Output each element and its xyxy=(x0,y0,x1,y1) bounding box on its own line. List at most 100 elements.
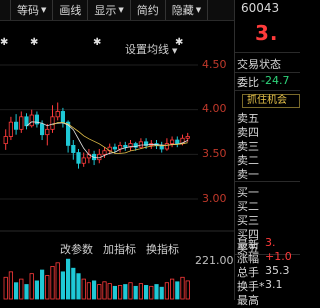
candle-body xyxy=(19,116,24,130)
divider xyxy=(235,52,300,53)
price-tick-label: 4.00 xyxy=(202,102,227,115)
candle-body xyxy=(3,136,8,145)
volume-bar xyxy=(97,284,102,300)
sell-level-label: 卖一 xyxy=(237,168,259,181)
toolbar-button-chip[interactable]: 等码 ▼ xyxy=(11,0,54,20)
price-tick-label: 3.50 xyxy=(202,147,227,160)
volume-bar xyxy=(24,284,29,300)
price-tick-label: 3.00 xyxy=(202,192,227,205)
candle-body xyxy=(55,111,60,118)
toolbar-button-display[interactable]: 显示 ▼ xyxy=(88,0,131,20)
volume-bar xyxy=(138,283,143,300)
volume-bar xyxy=(102,281,107,300)
volume-bar xyxy=(81,278,86,300)
caret-down-icon: ▼ xyxy=(41,6,47,14)
candle-body xyxy=(169,139,175,145)
volume-bar xyxy=(112,285,117,300)
volume-bar xyxy=(40,269,45,300)
candle-body xyxy=(50,116,55,130)
volume-bar xyxy=(50,266,55,300)
volume-bar xyxy=(107,283,112,300)
volume-bar xyxy=(149,285,154,300)
volume-bar xyxy=(180,276,185,300)
volume-bar xyxy=(143,285,149,300)
stat-value: 3.1 xyxy=(265,278,283,291)
toolbar-label: 简约 xyxy=(136,4,159,17)
candle-body xyxy=(164,143,169,150)
stat-label: 最高 xyxy=(237,294,259,307)
current-price: 3. xyxy=(255,21,279,45)
volume-bar xyxy=(8,271,13,300)
volume-bar xyxy=(159,286,164,300)
candle-body xyxy=(71,145,76,153)
candle-body xyxy=(185,136,190,139)
trade-status-label: 交易状态 xyxy=(237,58,281,71)
volume-bar xyxy=(185,280,190,300)
volume-bar xyxy=(123,284,128,300)
volume-max-label: 221.00 xyxy=(195,254,234,267)
toolbar-button-hide[interactable]: 隐藏 ▼ xyxy=(166,0,209,20)
volume-bar xyxy=(34,280,40,300)
toolbar-label: 画线 xyxy=(59,4,82,17)
volume-bar xyxy=(13,282,19,300)
candle-body xyxy=(102,150,107,155)
volume-bar xyxy=(169,278,175,300)
volume-bar xyxy=(66,258,71,300)
volume-bar xyxy=(164,282,169,300)
volume-bar xyxy=(60,271,66,300)
divider xyxy=(235,72,300,73)
toolbar-button-simple[interactable]: 简约 xyxy=(131,0,166,20)
volume-bar xyxy=(29,273,34,300)
candle-body xyxy=(40,123,45,136)
volume-bar xyxy=(128,282,133,300)
stat-value: 35.3 xyxy=(265,264,290,277)
asterisk-icon: ✱ xyxy=(0,37,9,48)
switch-indicator-button[interactable]: 换指标 xyxy=(146,241,179,257)
grab-opportunity-button[interactable]: 抓住机会 xyxy=(242,94,300,108)
stock-app: 等码 ▼ 画线 显示 ▼ 简约 隐藏 ▼ ✱ ✱ ✱ ✱ 设置均线 ▼ 4.50 4.0… xyxy=(0,0,300,307)
candle-body xyxy=(123,145,128,148)
volume-bar xyxy=(55,262,60,300)
candle-body xyxy=(81,157,86,164)
volume-bar xyxy=(175,281,180,300)
indicator-bar: 改参数 加指标 换指标 xyxy=(60,241,179,257)
candle-body xyxy=(138,141,143,148)
caret-down-icon: ▼ xyxy=(172,47,178,55)
candle-body xyxy=(60,111,66,123)
volume-bar xyxy=(133,285,138,300)
toolbar-label: 等码 xyxy=(17,4,39,17)
volume-bar xyxy=(86,282,91,300)
toolbar-button-draw[interactable]: 画线 xyxy=(53,0,89,20)
stock-code: 60043 xyxy=(241,1,280,15)
weibi-value: -24.7 xyxy=(261,74,290,87)
ma-settings-button[interactable]: 设置均线 ▼ xyxy=(125,41,177,57)
add-indicator-button[interactable]: 加指标 xyxy=(103,241,136,257)
volume-bar xyxy=(154,284,159,300)
edit-params-button[interactable]: 改参数 xyxy=(60,241,93,257)
candle-body xyxy=(76,152,81,164)
candle-body xyxy=(13,121,19,130)
weibi-label: 委比 xyxy=(237,76,259,89)
candle-body xyxy=(8,121,13,137)
caret-down-icon: ▼ xyxy=(118,6,124,14)
toolbar-label: 显示 xyxy=(94,4,117,17)
chart-toolbar: 等码 ▼ 画线 显示 ▼ 简约 隐藏 ▼ xyxy=(0,0,234,21)
volume-bar xyxy=(19,278,24,300)
quote-panel: 60043 3. 交易状态 委比 -24.7 抓住机会 卖五 卖四 卖三 卖二 … xyxy=(234,0,300,307)
volume-bar xyxy=(3,276,8,300)
asterisk-icon: ✱ xyxy=(30,37,39,48)
toolbar-label: 隐藏 xyxy=(171,4,194,17)
candle-body xyxy=(175,139,180,145)
volume-bar xyxy=(76,273,81,300)
volume-bar xyxy=(118,285,123,300)
asterisk-icon: ✱ xyxy=(93,37,102,48)
panel-divider xyxy=(234,0,235,300)
volume-bar xyxy=(45,275,50,300)
divider xyxy=(235,181,300,182)
candle-body xyxy=(118,145,123,150)
candle-body xyxy=(112,146,117,150)
kline-chart[interactable]: ✱ ✱ ✱ ✱ 设置均线 ▼ 4.50 4.00 3.50 3.00 改参数 加指… xyxy=(0,21,234,300)
price-tick-label: 4.50 xyxy=(202,58,227,71)
stat-value: 3. xyxy=(265,236,276,249)
divider xyxy=(235,90,300,91)
